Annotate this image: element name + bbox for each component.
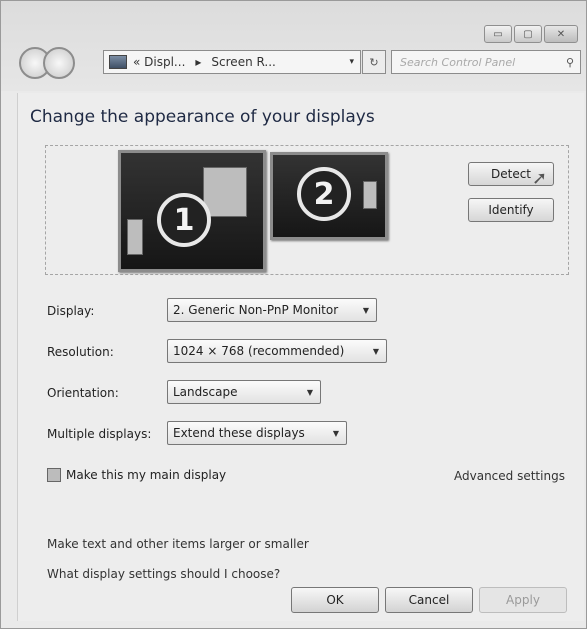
chevron-down-icon: ▼ <box>332 428 339 438</box>
ok-button[interactable]: OK <box>291 587 379 613</box>
refresh-button[interactable]: ↻ <box>362 50 386 74</box>
display-help-link[interactable]: What display settings should I choose? <box>47 567 280 581</box>
search-input[interactable]: Search Control Panel ⚲ <box>391 50 581 74</box>
address-dropdown-icon[interactable]: ▾ <box>349 57 354 67</box>
monitor-1-taskbar <box>127 219 143 255</box>
monitor-icon <box>109 55 127 69</box>
multiple-displays-select[interactable]: Extend these displays ▼ <box>167 421 347 445</box>
main-display-checkbox[interactable] <box>47 468 61 482</box>
orientation-select[interactable]: Landscape ▼ <box>167 380 321 404</box>
monitor-1-number: 1 <box>157 193 211 247</box>
search-placeholder: Search Control Panel <box>400 55 516 69</box>
chevron-down-icon: ▼ <box>372 346 379 356</box>
text-size-link[interactable]: Make text and other items larger or smal… <box>47 537 309 551</box>
display-select[interactable]: 2. Generic Non-PnP Monitor ▼ <box>167 298 377 322</box>
window-caption-buttons: ▭ ▢ ✕ <box>484 25 578 43</box>
monitor-2-thumbnail[interactable]: 2 <box>270 152 388 240</box>
monitor-1-window <box>203 167 247 217</box>
orientation-select-value: Landscape <box>173 385 238 399</box>
chevron-down-icon: ▼ <box>306 387 313 397</box>
search-icon[interactable]: ⚲ <box>566 56 574 69</box>
chevron-down-icon: ▼ <box>362 305 369 315</box>
forward-button[interactable] <box>43 47 75 79</box>
multiple-displays-select-value: Extend these displays <box>173 426 305 440</box>
display-select-value: 2. Generic Non-PnP Monitor <box>173 303 339 317</box>
breadcrumb-display[interactable]: « Displ... <box>133 55 185 69</box>
breadcrumb-screen-resolution[interactable]: Screen R... <box>211 55 275 69</box>
identify-button[interactable]: Identify <box>468 198 554 222</box>
display-label: Display: <box>47 304 95 318</box>
cancel-button[interactable]: Cancel <box>385 587 473 613</box>
mouse-pointer-icon: ➚ <box>532 168 548 189</box>
resolution-label: Resolution: <box>47 345 114 359</box>
breadcrumb-separator-icon: ▸ <box>195 55 202 69</box>
monitor-2-number: 2 <box>297 167 351 221</box>
monitor-1-thumbnail[interactable]: 1 <box>118 150 266 272</box>
display-arrangement-area: 1 2 Detect Identify ➚ <box>45 145 569 275</box>
navigation-bar: « Displ... ▸ Screen R... ▾ ↻ Search Cont… <box>19 45 581 79</box>
close-button[interactable]: ✕ <box>544 25 578 43</box>
page-title: Change the appearance of your displays <box>30 107 375 127</box>
advanced-settings-link[interactable]: Advanced settings <box>454 469 565 483</box>
orientation-label: Orientation: <box>47 386 119 400</box>
main-display-label: Make this my main display <box>66 468 227 482</box>
address-bar[interactable]: « Displ... ▸ Screen R... ▾ <box>103 50 361 74</box>
minimize-button[interactable]: ▭ <box>484 25 512 43</box>
control-panel-window: ▭ ▢ ✕ « Displ... ▸ Screen R... ▾ ↻ Searc… <box>0 0 587 629</box>
resolution-select-value: 1024 × 768 (recommended) <box>173 344 345 358</box>
main-display-option[interactable]: Make this my main display <box>47 468 226 482</box>
apply-button[interactable]: Apply <box>479 587 567 613</box>
maximize-button[interactable]: ▢ <box>514 25 542 43</box>
multiple-displays-label: Multiple displays: <box>47 427 152 441</box>
resolution-select[interactable]: 1024 × 768 (recommended) ▼ <box>167 339 387 363</box>
monitor-2-window <box>363 181 377 209</box>
